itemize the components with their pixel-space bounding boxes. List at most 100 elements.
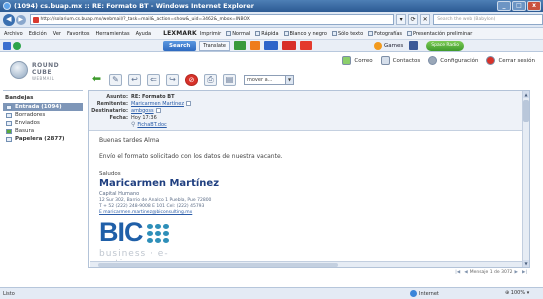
- from-link[interactable]: Maricarmen Martínez: [131, 101, 184, 107]
- add-contact-icon[interactable]: [155, 108, 161, 113]
- stop-button[interactable]: ✕: [420, 14, 431, 25]
- web-search-input[interactable]: Search the web (Babylon) ⌕: [433, 14, 543, 25]
- shortcut-icon[interactable]: [264, 41, 278, 50]
- shortcut-icon[interactable]: [300, 41, 312, 50]
- greeting-text: Buenas tardes Alma: [99, 137, 160, 144]
- nav-correo[interactable]: Correo: [342, 56, 373, 65]
- h-scroll-thumb[interactable]: [98, 263, 338, 267]
- junk-icon: [6, 128, 12, 134]
- search-button[interactable]: Search: [163, 40, 197, 51]
- reply-all-icon[interactable]: ⇐: [147, 74, 160, 86]
- back-button[interactable]: ◀: [3, 13, 15, 26]
- zoom-icon: ⊕: [505, 290, 510, 296]
- print-normal-button[interactable]: Normal: [226, 31, 250, 37]
- first-page-icon[interactable]: |◀: [455, 270, 460, 275]
- print-photos-button[interactable]: Fotografías: [368, 31, 402, 37]
- internet-globe-icon: [410, 290, 417, 297]
- print-button[interactable]: Imprimir: [200, 31, 221, 37]
- prev-page-icon[interactable]: ◀: [464, 270, 467, 275]
- folder-enviados[interactable]: Enviados: [3, 119, 83, 127]
- bic-logo: BIC business · e-motion: [99, 217, 189, 267]
- folder-sidebar: Bandejas Entrada (1094) Borradores Envia…: [3, 90, 83, 288]
- forward-icon[interactable]: ↪: [166, 74, 179, 86]
- url-field[interactable]: http://solarium.cs.buap.mx/webmail/?_tas…: [29, 14, 395, 25]
- print-preview-button[interactable]: Presentación preliminar: [407, 31, 472, 37]
- nav-configuracion[interactable]: Configuración: [428, 56, 478, 65]
- from-label: Remitente:: [96, 100, 128, 107]
- roundcube-disc-icon: [10, 61, 28, 79]
- folder-borradores[interactable]: Borradores: [3, 111, 83, 119]
- zone-text: Internet: [419, 290, 439, 297]
- globe-icon[interactable]: [13, 41, 21, 50]
- printer-icon: [255, 31, 261, 36]
- contacts-icon: [380, 56, 390, 65]
- move-to-select[interactable]: mover a... ▼: [244, 75, 294, 85]
- folder-entrada[interactable]: Entrada (1094): [3, 103, 83, 111]
- delete-icon[interactable]: ⊘: [185, 74, 198, 86]
- address-bar: ◀ ▶ http://solarium.cs.buap.mx/webmail/?…: [0, 12, 543, 28]
- nav-contactos[interactable]: Contactos: [380, 56, 420, 65]
- subject-label: Asunto:: [106, 93, 128, 100]
- shortcut-icon[interactable]: [250, 41, 260, 50]
- print-text-button[interactable]: Sólo texto: [331, 31, 363, 37]
- inbox-icon: [6, 104, 12, 110]
- forward-button[interactable]: ▶: [15, 14, 26, 25]
- window-title: (1094) cs.buap.mx :: RE: Formato BT - Wi…: [14, 2, 254, 10]
- scroll-down-arrow[interactable]: ▼: [523, 260, 529, 267]
- maximize-button[interactable]: □: [512, 1, 526, 11]
- url-dropdown-button[interactable]: ▾: [396, 14, 407, 25]
- top-navigation: Correo Contactos Configuración Cerrar se…: [334, 56, 535, 65]
- reply-icon[interactable]: ↩: [128, 74, 141, 86]
- zone-indicator: Internet: [410, 290, 439, 297]
- refresh-button[interactable]: ⟳: [408, 14, 419, 25]
- bic-logo-text: BIC: [99, 217, 143, 247]
- back-to-list-icon[interactable]: ⬅: [90, 73, 103, 86]
- last-page-icon[interactable]: ▶|: [522, 270, 527, 275]
- folder-basura[interactable]: Basura: [3, 127, 83, 135]
- nav-cerrar-sesion[interactable]: Cerrar sesión: [486, 56, 535, 65]
- url-text: http://solarium.cs.buap.mx/webmail/?_tas…: [40, 17, 250, 22]
- signature-name: Maricarmen Martínez: [99, 178, 220, 189]
- compose-icon[interactable]: ✎: [109, 74, 122, 86]
- horizontal-scrollbar[interactable]: [90, 261, 522, 267]
- menu-favoritos[interactable]: Favoritos: [67, 31, 90, 37]
- scroll-thumb[interactable]: [523, 100, 529, 122]
- print-icon[interactable]: ⎙: [204, 74, 217, 86]
- zoom-control[interactable]: ⊕ 100% ▾: [505, 290, 529, 296]
- logout-icon: [486, 56, 496, 65]
- from-row: Remitente: Maricarmen Martínez: [89, 100, 529, 107]
- source-icon[interactable]: ▤: [223, 74, 236, 86]
- scroll-up-arrow[interactable]: ▲: [523, 91, 529, 98]
- signature-address: 12 Sur 302, Barrio de Analco 1 Puebla, P…: [99, 198, 212, 203]
- close-button[interactable]: x: [527, 1, 541, 11]
- to-link[interactable]: ambgoss: [131, 108, 154, 114]
- add-contact-icon[interactable]: [185, 101, 191, 106]
- print-fast-button[interactable]: Rápida: [255, 31, 279, 37]
- attachment-link[interactable]: FichaBT.doc: [137, 122, 166, 128]
- menu-archivo[interactable]: Archivo: [4, 31, 23, 37]
- vertical-scrollbar[interactable]: ▲ ▼: [522, 91, 529, 267]
- menu-herramientas[interactable]: Herramientas: [96, 31, 130, 37]
- printer-icon: [283, 31, 289, 36]
- shortcut-icon[interactable]: [234, 41, 246, 50]
- shortcut-icon[interactable]: [282, 41, 296, 50]
- toolbar-icon[interactable]: [3, 41, 11, 50]
- menu-ver[interactable]: Ver: [53, 31, 61, 37]
- facebook-icon[interactable]: [409, 41, 419, 50]
- photo-icon: [368, 31, 374, 36]
- menu-ayuda[interactable]: Ayuda: [136, 31, 151, 37]
- mail-icon: [342, 56, 352, 65]
- space-radio-button[interactable]: Space Radio: [426, 40, 465, 51]
- signature-email[interactable]: E maricarmen.martinez@biconsulting.mx: [99, 210, 192, 215]
- translate-button[interactable]: Translate: [199, 40, 230, 51]
- menu-edicion[interactable]: Edición: [29, 31, 47, 37]
- logo-text: CUBE: [32, 69, 52, 76]
- chevron-down-icon: ▼: [285, 76, 293, 84]
- signature-phone: T + 52 (222) 248-9008 E 101 Cel: (222) 4…: [99, 204, 205, 209]
- minimize-button[interactable]: _: [497, 1, 511, 11]
- print-bw-button[interactable]: Blanco y negro: [283, 31, 327, 37]
- folder-papelera[interactable]: Papelera (2877): [3, 135, 83, 143]
- games-button[interactable]: Games: [374, 41, 403, 50]
- title-bar: (1094) cs.buap.mx :: RE: Formato BT - Wi…: [0, 0, 543, 12]
- next-page-icon[interactable]: ▶: [515, 270, 518, 275]
